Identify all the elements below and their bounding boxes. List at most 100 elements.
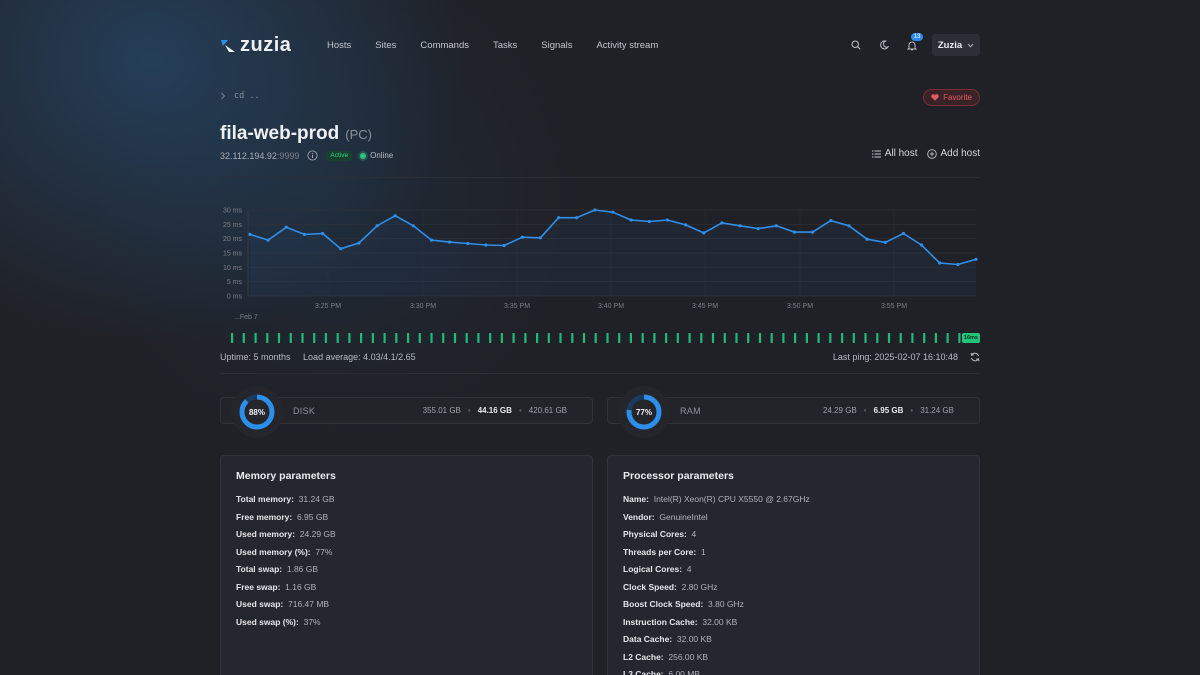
info-icon[interactable] — [307, 150, 318, 161]
breadcrumb-label: cd .. — [234, 91, 260, 101]
latency-point — [357, 241, 361, 245]
ping-strip — [231, 333, 961, 343]
host-name: fila-web-prod — [220, 123, 340, 144]
processor-key: Name: — [623, 494, 649, 504]
divider — [220, 177, 980, 178]
add-host-button[interactable]: Add host — [926, 148, 980, 159]
ping-bar — [665, 333, 668, 343]
processor-row: Boost Clock Speed: 3.80 GHz — [623, 599, 744, 609]
processor-key: Logical Cores: — [623, 564, 683, 574]
ping-bar — [594, 333, 597, 343]
ping-bar — [946, 333, 949, 343]
y-tick-label: 0 ms — [227, 294, 243, 301]
search-button[interactable] — [842, 32, 870, 58]
x-tick-label: 3:30 PM — [410, 303, 436, 310]
host-port: :9999 — [276, 150, 300, 161]
nav-hosts[interactable]: Hosts — [327, 40, 351, 51]
memory-key: Used memory (%): — [236, 546, 311, 557]
ping-bar — [899, 333, 902, 343]
processor-key: Vendor: — [623, 511, 655, 522]
user-menu-button[interactable]: Zuzia — [932, 34, 980, 56]
x-tick-label: 3:45 PM — [692, 303, 718, 310]
latency-point — [974, 257, 978, 261]
ping-bar — [430, 333, 433, 343]
user-name: Zuzia — [937, 39, 963, 51]
memory-key: Free memory: — [236, 511, 293, 522]
memory-value: 1.16 GB — [285, 581, 317, 592]
latency-point — [339, 247, 343, 251]
latency-point — [629, 218, 633, 222]
y-tick-label: 20 ms — [223, 236, 243, 243]
processor-key: L2 Cache: — [623, 651, 664, 662]
processor-value: 1 — [700, 546, 706, 557]
ping-bar — [606, 333, 609, 343]
ping-bar — [758, 333, 762, 343]
latency-point — [901, 231, 906, 236]
latency-point — [502, 243, 506, 248]
ping-bar — [723, 333, 726, 343]
main-nav: Hosts Sites Commands Tasks Signals Activ… — [327, 40, 682, 51]
memory-value: 37% — [303, 616, 321, 627]
latency-point — [829, 219, 833, 223]
host-type: (PC) — [345, 127, 372, 142]
ping-bar — [934, 333, 937, 343]
memory-value: 716.47 MB — [287, 599, 330, 609]
ping-bar — [641, 333, 644, 343]
all-host-button[interactable]: All host — [871, 148, 918, 159]
ping-bar — [512, 333, 515, 343]
uptime: Uptime: 5 months — [220, 352, 291, 362]
ping-bar — [477, 333, 480, 343]
memory-row: Total swap: 1.86 GB — [236, 564, 318, 574]
latency-point — [774, 224, 779, 228]
ping-bar — [348, 333, 351, 343]
latency-point — [575, 216, 579, 220]
ping-bar — [395, 333, 398, 343]
ping-bar — [489, 333, 492, 343]
refresh-icon[interactable] — [970, 352, 980, 362]
ping-bar — [958, 333, 961, 343]
favorite-button[interactable]: Favorite — [923, 89, 980, 106]
ping-bar — [852, 333, 855, 343]
latency-point — [847, 224, 851, 228]
ping-bar — [571, 333, 574, 343]
memory-row: Used memory (%): 77% — [236, 547, 332, 557]
memory-row: Used swap (%): 37% — [236, 617, 321, 627]
breadcrumb[interactable]: cd .. — [220, 91, 260, 101]
notifications-button[interactable]: 13 — [898, 32, 926, 58]
page: zuzia Hosts Sites Commands Tasks Signals… — [220, 0, 980, 675]
memory-value: 6.95 GB — [296, 511, 329, 522]
ram-used: 24.29 GB — [822, 406, 857, 415]
online-label: Online — [370, 151, 394, 160]
y-tick-label: 15 ms — [223, 251, 243, 258]
latency-point — [665, 218, 669, 222]
latency-point — [538, 236, 542, 240]
latency-point — [302, 232, 307, 236]
processor-key: Instruction Cache: — [623, 616, 698, 627]
ping-bar — [794, 333, 797, 343]
ram-values: 24.29 GB • 6.95 GB • 31.24 GB — [823, 406, 954, 415]
processor-value: 4 — [691, 529, 697, 539]
ping-bar — [676, 333, 679, 343]
notification-badge: 13 — [911, 33, 923, 41]
ping-bar — [817, 333, 820, 343]
ping-bar — [242, 333, 245, 343]
ping-bar — [301, 333, 304, 343]
nav-signals[interactable]: Signals — [541, 40, 572, 51]
ping-bar — [313, 333, 316, 343]
nav-tasks[interactable]: Tasks — [493, 40, 517, 51]
latency-point — [248, 232, 252, 236]
ping-bar — [876, 333, 879, 343]
latency-chart: 30 ms 25 ms 20 ms 15 ms 10 ms 5 ms 0 ms 3:25 PM… — [223, 208, 978, 321]
nav-activity-stream[interactable]: Activity stream — [596, 40, 658, 51]
logo[interactable]: zuzia — [220, 34, 327, 57]
theme-toggle-button[interactable] — [870, 32, 898, 58]
latency-point — [720, 221, 724, 225]
host-stats: Uptime: 5 months Load average: 4.03/4.1/… — [220, 352, 980, 362]
memory-value: 24.29 GB — [299, 529, 336, 539]
latency-point — [883, 240, 887, 244]
nav-sites[interactable]: Sites — [375, 40, 396, 51]
latency-point — [448, 240, 452, 244]
latency-point — [375, 224, 379, 228]
chevron-right-icon — [221, 92, 226, 100]
nav-commands[interactable]: Commands — [420, 40, 469, 51]
